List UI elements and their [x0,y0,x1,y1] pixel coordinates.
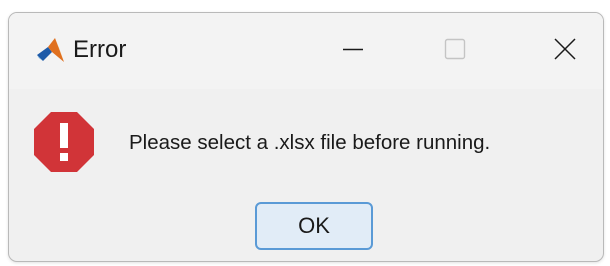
ok-button[interactable]: OK [255,202,373,250]
error-message: Please select a .xlsx file before runnin… [129,131,491,154]
matlab-icon [35,35,65,65]
dialog-content: Please select a .xlsx file before runnin… [9,89,603,261]
minimize-icon [341,37,365,66]
title-bar[interactable]: Error [9,13,603,89]
error-dialog-window: Error Please select a .xlsx file before … [8,12,604,262]
maximize-icon [443,37,467,66]
close-button[interactable] [541,29,589,73]
minimize-button[interactable] [329,29,377,73]
maximize-button[interactable] [431,29,479,73]
error-icon [33,111,95,173]
close-icon [553,37,577,66]
window-title: Error [73,36,127,63]
